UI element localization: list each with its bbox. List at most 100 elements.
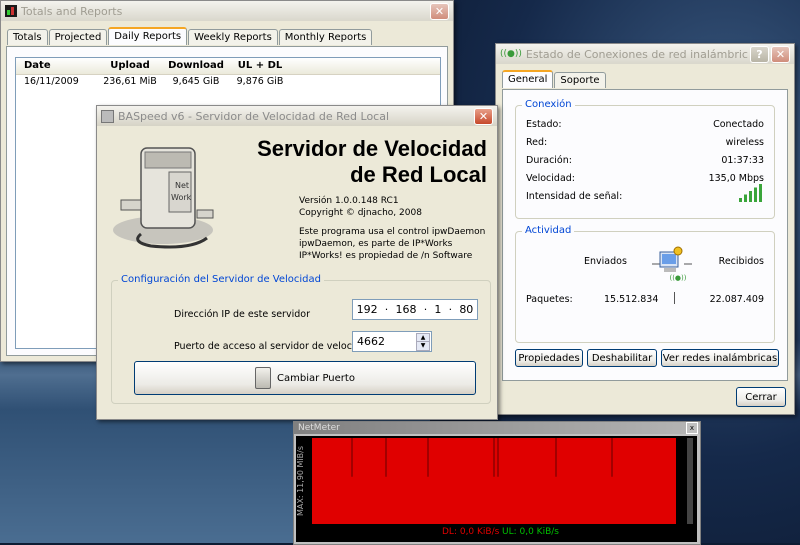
close-icon[interactable]: ✕ bbox=[771, 45, 790, 63]
port-value[interactable]: 4662 bbox=[357, 335, 385, 348]
tab-weekly-reports[interactable]: Weekly Reports bbox=[188, 29, 278, 45]
signal-bars bbox=[739, 184, 762, 202]
help-icon[interactable]: ? bbox=[750, 45, 769, 63]
speed-label: Velocidad: bbox=[526, 173, 576, 184]
signal-bar bbox=[749, 191, 752, 202]
tab-projected[interactable]: Projected bbox=[48, 29, 108, 45]
packets-label: Paquetes: bbox=[526, 294, 573, 305]
column-header-date[interactable]: Date bbox=[16, 58, 96, 74]
close-icon[interactable]: ✕ bbox=[430, 2, 449, 20]
duration-value: 01:37:33 bbox=[721, 155, 764, 166]
close-icon[interactable]: ✕ bbox=[474, 107, 493, 125]
activity-divider bbox=[674, 292, 675, 304]
change-port-label: Cambiar Puerto bbox=[277, 372, 355, 384]
ip-octet-3[interactable]: 1 bbox=[434, 303, 441, 316]
server-small-icon bbox=[255, 367, 272, 389]
column-header-upload[interactable]: Upload bbox=[96, 58, 164, 74]
download-rate: DL: 0,0 KiB/s bbox=[442, 527, 500, 537]
wireless-network-icon: ((●)) bbox=[500, 49, 522, 59]
app-icon bbox=[5, 5, 17, 17]
activity-group: Actividad Enviados Recibidos ((●)) Paque… bbox=[515, 225, 775, 343]
port-stepper[interactable]: 4662 ▲ ▼ bbox=[352, 331, 432, 352]
table-header: Date Upload Download UL + DL bbox=[16, 58, 440, 75]
traffic-graph bbox=[312, 438, 684, 524]
window-title: Totals and Reports bbox=[21, 4, 123, 18]
status-value: Conectado bbox=[713, 119, 764, 130]
svg-text:Work: Work bbox=[171, 193, 192, 202]
tab-totals[interactable]: Totals bbox=[7, 29, 48, 45]
connection-group: Conexión Estado: Conectado Red: wireless… bbox=[515, 99, 775, 219]
signal-bar bbox=[739, 198, 742, 202]
ip-octet-4[interactable]: 80 bbox=[459, 303, 473, 316]
baspeed-app-icon bbox=[101, 109, 114, 123]
table-row[interactable]: 16/11/2009 236,61 MiB 9,645 GiB 9,876 Gi… bbox=[16, 75, 440, 89]
ip-octet-1[interactable]: 192 bbox=[357, 303, 378, 316]
ip-address-input[interactable]: 192 · 168 · 1 · 80 bbox=[352, 299, 478, 320]
about-line-3: IP*Works! es propiedad de /n Software bbox=[299, 251, 473, 261]
svg-text:Net: Net bbox=[175, 181, 189, 190]
packets-received: 22.087.409 bbox=[709, 294, 764, 305]
tab-daily-reports[interactable]: Daily Reports bbox=[108, 27, 188, 45]
about-line-1: Este programa usa el control ipwDaemon bbox=[299, 227, 486, 237]
idle-area bbox=[676, 438, 684, 524]
change-port-button[interactable]: Cambiar Puerto bbox=[134, 361, 476, 395]
duration-label: Duración: bbox=[526, 155, 572, 166]
tab-general[interactable]: General bbox=[502, 70, 554, 88]
tab-support[interactable]: Soporte bbox=[554, 72, 606, 88]
properties-button[interactable]: Propiedades bbox=[515, 349, 583, 367]
wireless-titlebar[interactable]: ((●)) Estado de Conexiones de red inalám… bbox=[496, 44, 794, 64]
upload-rate: UL: 0,0 KiB/s bbox=[502, 527, 559, 537]
signal-label: Intensidad de señal: bbox=[526, 191, 623, 202]
report-tabs: Totals Projected Daily Reports Weekly Re… bbox=[1, 21, 453, 45]
packets-sent: 15.512.834 bbox=[604, 294, 659, 305]
signal-strength-icon bbox=[738, 180, 764, 205]
baspeed-titlebar[interactable]: BASpeed v6 - Servidor de Velocidad de Re… bbox=[97, 106, 497, 126]
status-label: Estado: bbox=[526, 119, 562, 130]
received-label: Recibidos bbox=[718, 256, 764, 267]
tab-monthly-reports[interactable]: Monthly Reports bbox=[278, 29, 373, 45]
wireless-tabs: General Soporte bbox=[496, 64, 794, 88]
activity-legend: Actividad bbox=[522, 225, 575, 236]
window-title: BASpeed v6 - Servidor de Velocidad de Re… bbox=[118, 109, 390, 123]
max-rate-label: MAX: 11,90 MiB/s bbox=[296, 446, 305, 517]
general-panel: Conexión Estado: Conectado Red: wireless… bbox=[502, 89, 788, 381]
view-wireless-networks-button[interactable]: Ver redes inalámbricas bbox=[661, 349, 779, 367]
server-config-group: Configuración del Servidor de Velocidad … bbox=[111, 274, 491, 404]
config-legend: Configuración del Servidor de Velocidad bbox=[118, 274, 324, 285]
sent-label: Enviados bbox=[584, 256, 627, 267]
cell-download: 9,645 GiB bbox=[172, 76, 220, 87]
cell-upload: 236,61 MiB bbox=[103, 76, 157, 87]
baspeed-window: BASpeed v6 - Servidor de Velocidad de Re… bbox=[96, 105, 498, 420]
window-title: NetMeter bbox=[298, 423, 340, 433]
network-label: Red: bbox=[526, 137, 548, 148]
disable-button[interactable]: Deshabilitar bbox=[587, 349, 657, 367]
close-button[interactable]: Cerrar bbox=[736, 387, 786, 407]
graph-scrollbar[interactable] bbox=[687, 438, 693, 524]
connection-legend: Conexión bbox=[522, 99, 575, 110]
window-title: Estado de Conexiones de red inalámbricas… bbox=[525, 47, 748, 61]
computer-connection-icon: ((●)) bbox=[652, 244, 692, 284]
about-line-2: ipwDaemon, es parte de IP*Works bbox=[299, 239, 453, 249]
ip-octet-2[interactable]: 168 bbox=[396, 303, 417, 316]
heading-line-2: de Red Local bbox=[350, 162, 487, 187]
ip-label: Dirección IP de este servidor bbox=[174, 309, 310, 320]
signal-bar bbox=[759, 184, 762, 202]
signal-bar bbox=[744, 194, 747, 202]
server-logo-icon: Net Work bbox=[111, 138, 229, 250]
cell-total: 9,876 GiB bbox=[236, 76, 284, 87]
netmeter-window: NetMeter x MAX: 11,90 MiB/s DL: 0,0 KiB/… bbox=[293, 421, 701, 545]
heading-line-1: Servidor de Velocidad bbox=[257, 136, 487, 161]
svg-text:((●)): ((●)) bbox=[669, 274, 686, 282]
netmeter-graph: MAX: 11,90 MiB/s DL: 0,0 KiB/s UL: 0,0 K… bbox=[296, 436, 697, 542]
port-label: Puerto de acceso al servidor de velocida… bbox=[174, 341, 373, 352]
spin-down-icon[interactable]: ▼ bbox=[416, 341, 430, 351]
totals-titlebar[interactable]: Totals and Reports ✕ bbox=[1, 1, 453, 21]
copyright-text: Copyright © djnacho, 2008 bbox=[299, 208, 422, 218]
cell-date: 16/11/2009 bbox=[24, 76, 79, 87]
column-header-download[interactable]: Download bbox=[164, 58, 228, 74]
netmeter-titlebar[interactable]: NetMeter x bbox=[294, 422, 700, 434]
close-icon[interactable]: x bbox=[686, 422, 698, 434]
column-header-total[interactable]: UL + DL bbox=[228, 58, 292, 74]
version-text: Versión 1.0.0.148 RC1 bbox=[299, 196, 399, 206]
signal-bar bbox=[754, 187, 757, 202]
